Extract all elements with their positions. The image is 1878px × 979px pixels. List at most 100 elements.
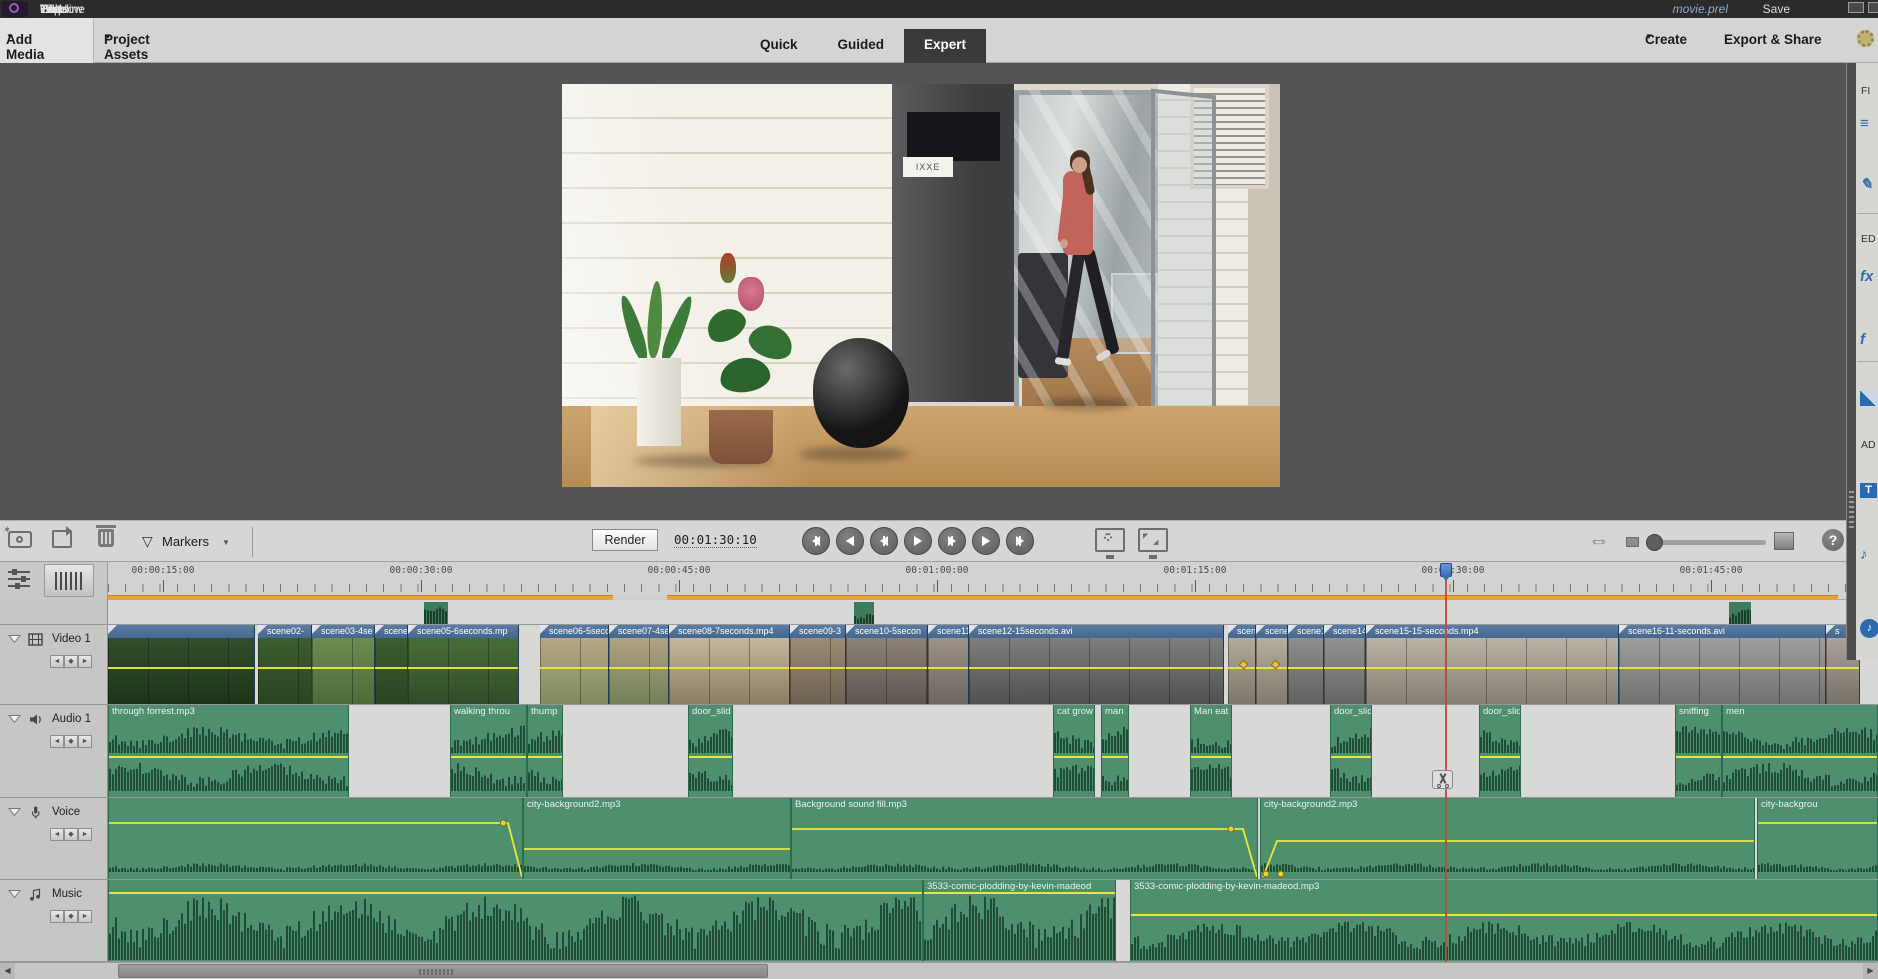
transitions-icon[interactable] xyxy=(1860,391,1877,406)
video-clip[interactable]: scene14 xyxy=(1324,625,1366,704)
video-clip[interactable]: scene05-6seconds.mp xyxy=(408,625,519,704)
split-clip-button[interactable] xyxy=(1432,770,1453,789)
fix-tools-icon[interactable]: ✎ xyxy=(1860,175,1878,195)
collapse-triangle-icon[interactable] xyxy=(8,889,21,899)
add-keyframe-icon[interactable]: ◆ xyxy=(64,655,78,668)
zoom-slider-handle[interactable] xyxy=(1646,534,1663,551)
video-clip[interactable]: scene0 xyxy=(375,625,408,704)
audio-clip[interactable]: walking throu xyxy=(450,705,527,797)
adjust-icon[interactable]: ≡ xyxy=(1860,115,1878,135)
window-maximize-button[interactable] xyxy=(1868,2,1878,13)
tab-quick[interactable]: Quick xyxy=(740,29,818,63)
horizontal-scrollbar[interactable]: ◀ ▶ xyxy=(0,962,1878,979)
audio-clip[interactable]: through forrest.mp3 xyxy=(108,705,349,797)
vertical-scrollbar[interactable] xyxy=(1847,63,1856,660)
fast-forward-button[interactable] xyxy=(972,527,1000,555)
next-keyframe-icon[interactable]: ► xyxy=(78,910,92,923)
video-clip[interactable]: scene09-3 xyxy=(790,625,846,704)
add-keyframe-icon[interactable]: ◆ xyxy=(64,910,78,923)
gear-icon[interactable] xyxy=(1857,30,1874,47)
prev-keyframe-icon[interactable]: ◄ xyxy=(50,828,64,841)
prev-keyframe-icon[interactable]: ◄ xyxy=(50,910,64,923)
video-clip[interactable]: scene07-4sec xyxy=(609,625,669,704)
voice-clip[interactable]: city-background2.mp3 xyxy=(1260,798,1755,879)
video-2-clip[interactable] xyxy=(854,602,874,624)
video-clip[interactable]: scene1 xyxy=(1288,625,1324,704)
chevron-down-icon[interactable]: ▼ xyxy=(222,538,230,547)
export-share-button[interactable]: Export & Share xyxy=(1724,32,1822,47)
video-clip[interactable]: scene12-15seconds.avi xyxy=(969,625,1224,704)
render-button[interactable]: Render xyxy=(592,529,658,551)
scrollbar-thumb[interactable] xyxy=(118,964,768,978)
snapshot-camera-icon[interactable]: ✶ xyxy=(3,525,32,548)
trash-icon[interactable] xyxy=(96,525,116,547)
audio-clip[interactable]: men xyxy=(1722,705,1878,797)
audio-clip[interactable]: door_slid xyxy=(1330,705,1372,797)
collapse-triangle-icon[interactable] xyxy=(8,807,21,817)
music-clip[interactable]: 3533-comic-plodding-by-kevin-madeod.mp3 xyxy=(1130,880,1878,961)
audio-clip[interactable]: door_slid xyxy=(1479,705,1521,797)
video-clip[interactable]: scene08-7seconds.mp4 xyxy=(669,625,790,704)
video-clip[interactable]: scene06-5seco xyxy=(540,625,609,704)
effects-pencil-icon[interactable]: fx xyxy=(1860,268,1878,288)
music-clip[interactable] xyxy=(108,880,923,961)
play-button[interactable] xyxy=(904,527,932,555)
video-clip[interactable]: scene16-11-seconds.avi xyxy=(1619,625,1826,704)
tab-expert[interactable]: Expert xyxy=(904,29,987,63)
collapse-triangle-icon[interactable] xyxy=(8,634,21,644)
video-clip[interactable]: scene03-4se xyxy=(312,625,375,704)
collapse-triangle-icon[interactable] xyxy=(8,714,21,724)
prev-keyframe-icon[interactable]: ◄ xyxy=(50,655,64,668)
window-minimize-button[interactable] xyxy=(1848,2,1864,13)
video-clip[interactable]: scene15-15-seconds.mp4 xyxy=(1366,625,1619,704)
go-to-start-button[interactable] xyxy=(802,527,830,555)
help-icon[interactable]: ? xyxy=(1822,529,1844,551)
audio-clip[interactable]: thump xyxy=(527,705,563,797)
video-clip[interactable]: scene02- xyxy=(258,625,312,704)
add-keyframe-icon[interactable]: ◆ xyxy=(64,735,78,748)
scroll-right-icon[interactable]: ▶ xyxy=(1863,963,1878,979)
next-keyframe-icon[interactable]: ► xyxy=(78,735,92,748)
frame-back-button[interactable] xyxy=(870,527,898,555)
zoom-in-icon[interactable] xyxy=(1774,532,1794,550)
video-2-clip[interactable] xyxy=(424,602,448,624)
add-media-button[interactable]: Add Media ▼ xyxy=(0,18,94,63)
menu-help[interactable]: Help xyxy=(40,2,65,16)
prev-keyframe-icon[interactable]: ◄ xyxy=(50,735,64,748)
frame-forward-button[interactable] xyxy=(938,527,966,555)
audio-circle-icon[interactable]: ♪ xyxy=(1860,619,1878,638)
fullscreen-monitor-icon[interactable]: ◤ ◢ xyxy=(1138,528,1168,557)
audio-clip[interactable]: Man eat xyxy=(1190,705,1232,797)
zoom-out-icon[interactable] xyxy=(1626,537,1639,547)
markers-dropdown[interactable]: Markers xyxy=(162,534,209,549)
music-clip[interactable]: 3533-comic-plodding-by-kevin-madeod xyxy=(923,880,1116,961)
video-clip[interactable] xyxy=(108,625,255,704)
timecode-display[interactable]: 00:01:30:10 xyxy=(674,532,757,548)
zoom-fit-icon[interactable]: ‹▭› xyxy=(1592,535,1616,549)
audio-clip[interactable]: cat grow xyxy=(1053,705,1095,797)
voice-clip[interactable] xyxy=(108,798,523,879)
rewind-button[interactable] xyxy=(836,527,864,555)
rotate-icon[interactable] xyxy=(52,526,72,548)
go-to-end-button[interactable] xyxy=(1006,527,1034,555)
video-2-clip[interactable] xyxy=(1729,602,1751,624)
timeline-zoom-slider[interactable] xyxy=(1646,534,1766,551)
audio-mixer-button[interactable] xyxy=(44,564,94,597)
music-icon[interactable]: ♪ xyxy=(1860,546,1878,566)
voice-clip[interactable]: Background sound fill.mp3 xyxy=(791,798,1258,879)
fx-icon[interactable]: f xyxy=(1860,331,1878,351)
video-clip[interactable]: scene11 xyxy=(928,625,969,704)
tab-guided[interactable]: Guided xyxy=(818,29,905,63)
add-keyframe-icon[interactable]: ◆ xyxy=(64,828,78,841)
save-button[interactable]: Save xyxy=(1763,2,1790,16)
audio-clip[interactable]: door_slid xyxy=(688,705,733,797)
track-settings-icon[interactable] xyxy=(8,568,34,592)
next-keyframe-icon[interactable]: ► xyxy=(78,828,92,841)
scroll-left-icon[interactable]: ◀ xyxy=(0,963,15,979)
audio-clip[interactable]: man xyxy=(1101,705,1129,797)
voice-clip[interactable]: city-background2.mp3 xyxy=(523,798,791,879)
video-clip[interactable]: scene10-5secon xyxy=(846,625,928,704)
audio-clip[interactable]: sniffing xyxy=(1675,705,1722,797)
titles-icon[interactable]: T xyxy=(1860,483,1877,498)
playhead-marker[interactable] xyxy=(1440,563,1452,581)
